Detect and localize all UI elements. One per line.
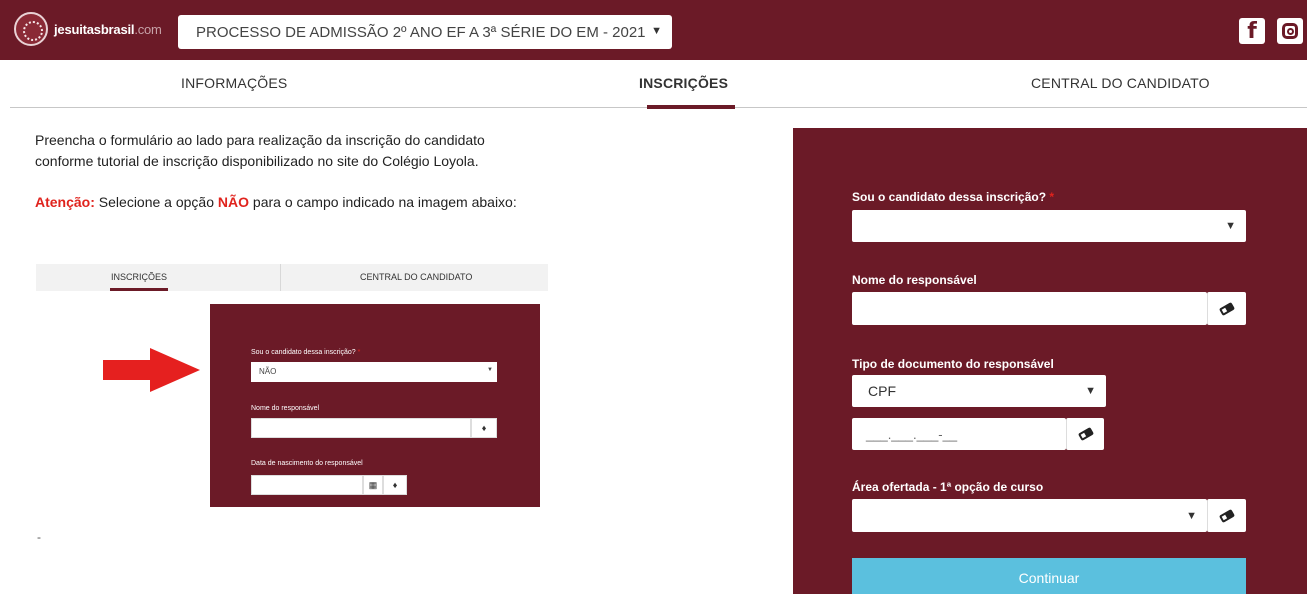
label-doc-type: Tipo de documento do responsável (852, 357, 1054, 371)
facebook-icon[interactable]: f (1239, 18, 1265, 44)
label-guardian-name: Nome do responsável (852, 273, 977, 287)
tutorial-tab-inscricoes: INSCRIÇÕES (111, 272, 168, 282)
tab-central-do-candidato[interactable]: CENTRAL DO CANDIDATO (1031, 75, 1210, 91)
attention-note: Atenção: Selecione a opção NÃO para o ca… (35, 194, 517, 210)
eraser-icon (1218, 301, 1236, 316)
label-area: Área ofertada - 1ª opção de curso (852, 480, 1044, 494)
clear-guardian-name-button[interactable] (1207, 292, 1246, 325)
attention-option: NÃO (217, 194, 250, 210)
tutorial-select-nao: NÃO ▼ (251, 362, 497, 382)
top-bar: jesuitasbrasil.com PROCESSO DE ADMISSÃO … (0, 0, 1307, 60)
process-select[interactable]: PROCESSO DE ADMISSÃO 2º ANO EF A 3ª SÉRI… (178, 15, 672, 49)
tutorial-eraser-icon-2: ♦ (383, 475, 407, 495)
eraser-icon (1077, 427, 1094, 441)
tutorial-eraser-icon: ♦ (471, 418, 497, 438)
chevron-down-icon: ▼ (1225, 220, 1236, 232)
doc-number-input[interactable]: ___.___.___-__ (852, 418, 1066, 450)
doc-type-value: CPF (868, 383, 896, 399)
tutorial-calendar-icon: ▦ (363, 475, 383, 495)
tutorial-label-candidate: Sou o candidato dessa inscrição? * (251, 349, 361, 356)
continue-button[interactable]: Continuar (852, 558, 1246, 594)
clear-area-button[interactable] (1207, 499, 1246, 532)
logo-text: jesuitasbrasil.com (54, 21, 162, 37)
instructions-text: Preencha o formulário ao lado para reali… (35, 130, 555, 172)
tutorial-image-form: Sou o candidato dessa inscrição? * NÃO ▼ … (210, 304, 540, 507)
eraser-icon (1218, 508, 1236, 523)
active-tab-indicator (647, 105, 735, 109)
chevron-down-icon: ▼ (1186, 509, 1197, 522)
candidate-select[interactable]: ▼ (852, 210, 1246, 242)
instructions-line-2: conforme tutorial de inscrição disponibi… (35, 153, 479, 169)
tutorial-tab-central: CENTRAL DO CANDIDATO (360, 272, 473, 282)
trailing-dash: - (37, 530, 41, 544)
tutorial-label-birth: Data de nascimento do responsável (251, 460, 363, 467)
tutorial-image-tabs: INSCRIÇÕES CENTRAL DO CANDIDATO (36, 264, 548, 291)
label-candidate: Sou o candidato dessa inscrição? * (852, 190, 1055, 204)
doc-type-select[interactable]: CPF ▼ (852, 375, 1106, 407)
area-select[interactable]: ▼ (852, 499, 1207, 532)
registration-form: Sou o candidato dessa inscrição? * ▼ Nom… (793, 128, 1307, 594)
site-logo[interactable]: jesuitasbrasil.com (14, 12, 162, 46)
process-select-value: PROCESSO DE ADMISSÃO 2º ANO EF A 3ª SÉRI… (196, 23, 646, 41)
main-nav: INFORMAÇÕES INSCRIÇÕES CENTRAL DO CANDID… (10, 60, 1307, 109)
tab-informacoes[interactable]: INFORMAÇÕES (181, 75, 287, 91)
attention-label: Atenção: (35, 194, 95, 210)
tutorial-label-guardian: Nome do responsável (251, 405, 320, 412)
instagram-icon[interactable] (1277, 18, 1303, 44)
red-arrow-head (150, 348, 200, 392)
clear-doc-number-button[interactable] (1066, 418, 1104, 450)
chevron-down-icon: ▼ (1085, 385, 1096, 397)
guardian-name-input[interactable] (852, 292, 1207, 325)
red-arrow-icon (103, 360, 153, 380)
chevron-down-icon: ▼ (651, 25, 662, 37)
tab-inscricoes[interactable]: INSCRIÇÕES (639, 75, 728, 91)
jesuit-seal-icon (14, 12, 48, 46)
instructions-line-1: Preencha o formulário ao lado para reali… (35, 132, 485, 148)
